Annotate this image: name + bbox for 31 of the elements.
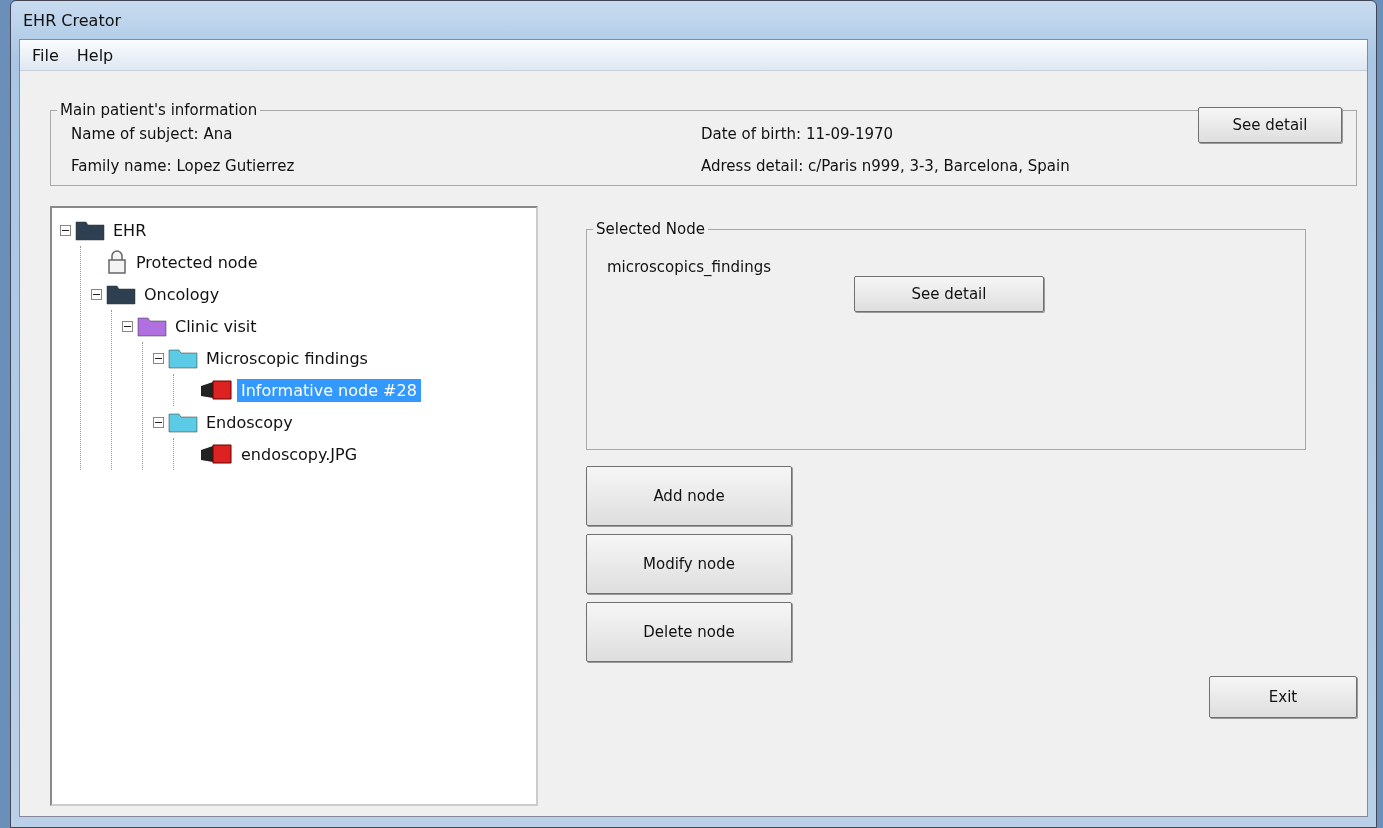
exit-button[interactable]: Exit	[1209, 676, 1357, 718]
see-detail-button[interactable]: See detail	[1198, 107, 1342, 143]
info-text: Name of subject: Ana	[71, 125, 234, 143]
tree-item[interactable]: Oncology	[140, 282, 224, 306]
node-action-button[interactable]: Modify node	[586, 534, 792, 594]
group-title: Selected Node	[595, 220, 706, 238]
window-title: EHR Creator	[23, 10, 122, 30]
collapse-toggle[interactable]	[91, 288, 102, 300]
info-text: Family name: Lopez Gutierrez	[71, 157, 296, 175]
collapse-toggle[interactable]	[122, 320, 133, 332]
selected-node-value: microscopics_findings	[607, 258, 772, 276]
info-text: Date of birth: 11-09-1970	[701, 125, 895, 143]
menu-item[interactable]: File	[24, 43, 67, 67]
tree-item[interactable]: endoscopy.JPG	[237, 442, 362, 466]
tree-item[interactable]: Clinic visit	[171, 314, 261, 338]
camera-icon	[199, 378, 233, 402]
info-text: Adress detail: c/Paris n999, 3-3, Barcelona, Spain	[701, 157, 1071, 175]
tree-item[interactable]: Microscopic findings	[202, 346, 372, 370]
camera-icon	[199, 442, 233, 466]
menu-item[interactable]: Help	[68, 43, 122, 67]
see-detail-button[interactable]: See detail	[854, 276, 1044, 312]
tree-item[interactable]: Endoscopy	[202, 410, 297, 434]
padlock-icon	[106, 249, 128, 275]
collapse-toggle[interactable]	[153, 416, 164, 428]
node-action-button[interactable]: Delete node	[586, 602, 792, 662]
collapse-toggle[interactable]	[153, 352, 164, 364]
node-action-button[interactable]: Add node	[586, 466, 792, 526]
tree-item[interactable]: Protected node	[132, 250, 262, 274]
tree-item[interactable]: EHR	[109, 218, 151, 242]
group-title: Main patient's information	[59, 101, 259, 119]
collapse-toggle[interactable]	[60, 224, 71, 236]
